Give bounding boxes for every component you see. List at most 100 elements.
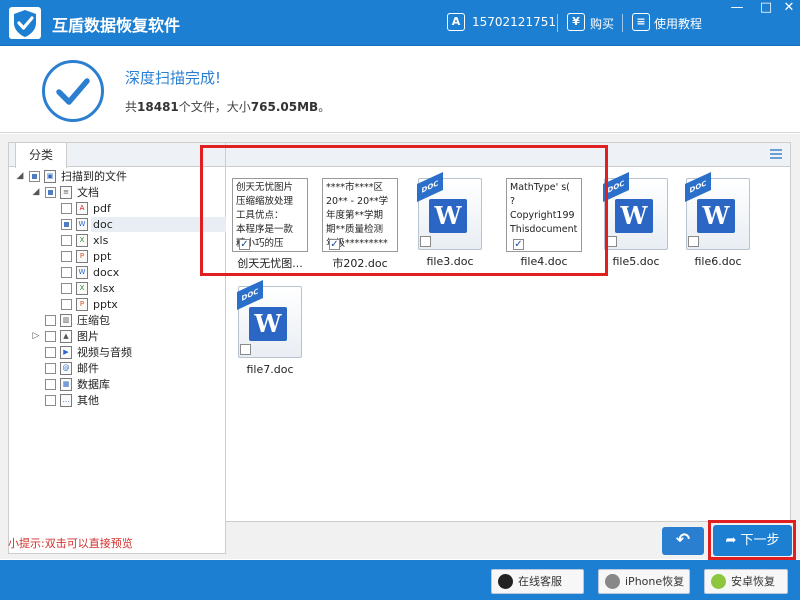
total-size: 765.05MB xyxy=(250,100,319,114)
tree-checkbox[interactable] xyxy=(61,267,72,278)
checkmark-icon xyxy=(42,60,104,122)
tree-item-other[interactable]: … 其他 xyxy=(15,393,215,408)
tree-checkbox[interactable] xyxy=(61,299,72,310)
tree-item-archive[interactable]: ▥ 压缩包 xyxy=(15,313,215,328)
tree-item-pptx[interactable]: P pptx xyxy=(15,297,215,312)
tree-checkbox[interactable] xyxy=(61,235,72,246)
file-checkbox[interactable] xyxy=(688,236,699,247)
maximize-button[interactable]: □ xyxy=(755,0,777,18)
tree-checkbox[interactable] xyxy=(45,363,56,374)
tree-checkbox[interactable] xyxy=(29,171,40,182)
scan-complete-title: 深度扫描完成! xyxy=(125,69,222,87)
tutorial-button[interactable]: 使用教程 xyxy=(654,15,702,32)
tree-checkbox[interactable] xyxy=(45,395,56,406)
yen-icon: ¥ xyxy=(567,13,585,31)
expand-arrow-icon[interactable]: ▷ xyxy=(31,329,41,344)
tree-item-xlsx[interactable]: X xlsx xyxy=(15,281,215,296)
user-icon: A xyxy=(447,13,465,31)
annotation-highlight-box xyxy=(200,145,608,276)
scan-summary: 共18481个文件，大小765.05MB。 xyxy=(125,98,330,115)
file-tile[interactable]: DOC W file6.doc xyxy=(680,171,756,268)
summary-suffix: 。 xyxy=(318,100,331,114)
minimize-button[interactable]: — xyxy=(726,0,748,18)
word-letter: W xyxy=(697,199,735,233)
other-icon: … xyxy=(60,394,72,407)
divider xyxy=(622,14,623,32)
file-checkbox[interactable] xyxy=(240,344,251,355)
android-recovery-button[interactable]: 安卓恢复 xyxy=(704,569,788,594)
annotation-highlight-box xyxy=(708,520,796,560)
tab-category[interactable]: 分类 xyxy=(15,143,67,168)
qq-penguin-icon xyxy=(498,574,513,589)
tree-item-pdf[interactable]: A pdf xyxy=(15,201,215,216)
tree-item-scanned-files[interactable]: ◢ ▣ 扫描到的文件 xyxy=(15,169,215,184)
collapse-arrow-icon[interactable]: ◢ xyxy=(15,169,25,184)
computer-icon: ▣ xyxy=(44,170,56,183)
tree-item-doc[interactable]: W doc xyxy=(15,217,231,232)
tree-checkbox[interactable] xyxy=(45,331,56,342)
tree-checkbox[interactable] xyxy=(61,203,72,214)
tree-checkbox[interactable] xyxy=(61,283,72,294)
tab-bar: 分类 xyxy=(9,143,225,168)
docx-icon: W xyxy=(76,266,88,279)
tree-checkbox[interactable] xyxy=(45,347,56,358)
archive-icon: ▥ xyxy=(60,314,72,327)
tree-item-ppt[interactable]: P ppt xyxy=(15,249,215,264)
category-panel: 分类 ◢ ▣ 扫描到的文件 ◢ ≡ 文档 A pdf W doc X xls P… xyxy=(8,142,231,554)
iphone-recovery-label: iPhone恢复 xyxy=(625,575,685,588)
pptx-icon: P xyxy=(76,298,88,311)
close-button[interactable]: ✕ xyxy=(778,0,800,18)
pdf-icon: A xyxy=(76,202,88,215)
xls-icon: X xyxy=(76,234,88,247)
video-icon: ▶ xyxy=(60,346,72,359)
doc-badge: DOC xyxy=(237,279,263,311)
tip-text: 小提示:双击可以直接预览 xyxy=(8,537,133,550)
app-logo xyxy=(9,7,41,39)
divider xyxy=(557,14,558,32)
tree-item-documents[interactable]: ◢ ≡ 文档 xyxy=(15,185,215,200)
android-recovery-label: 安卓恢复 xyxy=(731,575,775,588)
buy-button[interactable]: 购买 xyxy=(590,15,614,32)
mail-icon: @ xyxy=(60,362,72,375)
file-tile[interactable]: DOC W file5.doc xyxy=(598,171,674,268)
tutorial-icon: ≡ xyxy=(632,13,650,31)
word-letter: W xyxy=(615,199,653,233)
collapse-arrow-icon[interactable]: ◢ xyxy=(31,185,41,200)
database-icon: ▦ xyxy=(60,378,72,391)
word-letter: W xyxy=(249,307,287,341)
view-menu-icon[interactable] xyxy=(770,149,782,159)
tree-label: 文档 xyxy=(77,186,99,199)
iphone-recovery-button[interactable]: iPhone恢复 xyxy=(598,569,690,594)
file-name: file7.doc xyxy=(246,363,294,376)
tree-label: pptx xyxy=(93,298,118,311)
tree-label: 扫描到的文件 xyxy=(61,170,127,183)
back-arrow-icon: ↶ xyxy=(675,530,691,550)
summary-mid: 个文件，大小 xyxy=(178,100,251,114)
bottom-bar: 在线客服 iPhone恢复 安卓恢复 xyxy=(0,560,800,600)
online-service-button[interactable]: 在线客服 xyxy=(491,569,584,594)
tree-label: 其他 xyxy=(77,394,99,407)
tree-checkbox[interactable] xyxy=(61,251,72,262)
tree-checkbox[interactable] xyxy=(45,379,56,390)
tree-item-xls[interactable]: X xls xyxy=(15,233,215,248)
tree-item-database[interactable]: ▦ 数据库 xyxy=(15,377,215,392)
tree-item-docx[interactable]: W docx xyxy=(15,265,215,280)
tree-checkbox[interactable] xyxy=(45,187,56,198)
tree-label: xlsx xyxy=(93,282,115,295)
scan-status-area: 深度扫描完成! 共18481个文件，大小765.05MB。 xyxy=(0,47,800,133)
tree-label: 邮件 xyxy=(77,362,99,375)
tree-checkbox[interactable] xyxy=(45,315,56,326)
tree-item-video-audio[interactable]: ▶ 视频与音频 xyxy=(15,345,215,360)
tree-label: docx xyxy=(93,266,120,279)
tree-label: 数据库 xyxy=(77,378,110,391)
tree-label: 视频与音频 xyxy=(77,346,132,359)
android-icon xyxy=(711,574,726,589)
phone-number[interactable]: 15702121751 xyxy=(472,15,556,29)
back-button[interactable]: ↶ xyxy=(662,527,704,555)
tree-item-images[interactable]: ▷ ▲ 图片 xyxy=(15,329,215,344)
file-tile[interactable]: DOC W file7.doc xyxy=(232,279,308,376)
tree-checkbox[interactable] xyxy=(61,219,72,230)
apple-icon xyxy=(605,574,620,589)
tree-item-mail[interactable]: @ 邮件 xyxy=(15,361,215,376)
summary-prefix: 共 xyxy=(125,100,138,114)
